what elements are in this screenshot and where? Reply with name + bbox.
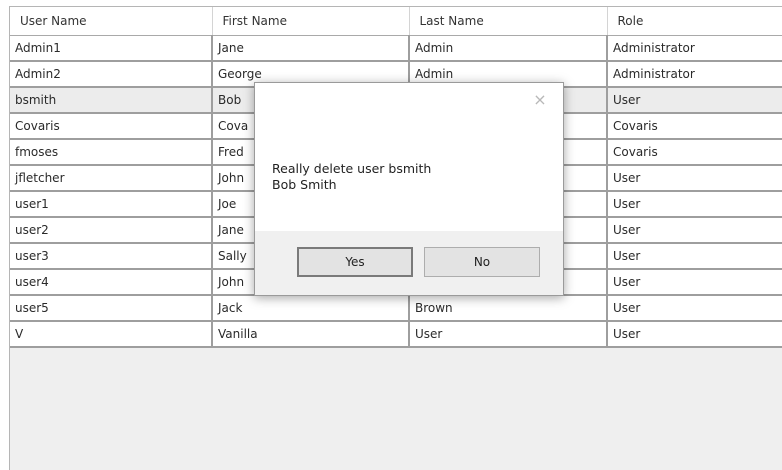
cell-user-name[interactable]: Covaris: [10, 113, 213, 140]
yes-button[interactable]: Yes: [297, 247, 413, 277]
dialog-message-line: Bob Smith: [272, 177, 337, 192]
cell-user-name[interactable]: Admin2: [10, 61, 213, 88]
cell-role[interactable]: Covaris: [607, 113, 782, 140]
cell-last-name[interactable]: Admin: [409, 35, 608, 62]
column-header-first-name[interactable]: First Name: [212, 7, 410, 36]
cell-role[interactable]: User: [607, 243, 782, 270]
cell-role[interactable]: User: [607, 191, 782, 218]
cell-role[interactable]: User: [607, 295, 782, 322]
column-header-user-name[interactable]: User Name: [10, 7, 213, 36]
cell-first-name[interactable]: Jane: [212, 35, 410, 62]
cell-user-name[interactable]: jfletcher: [10, 165, 213, 192]
dialog-button-bar: Yes No: [255, 231, 563, 295]
cell-role[interactable]: Covaris: [607, 139, 782, 166]
cell-role[interactable]: User: [607, 269, 782, 296]
cell-first-name[interactable]: Vanilla: [212, 321, 410, 348]
dialog-message-line: Really delete user bsmith: [272, 161, 432, 176]
cell-role[interactable]: Administrator: [607, 61, 782, 88]
cell-user-name[interactable]: V: [10, 321, 213, 348]
column-header-last-name[interactable]: Last Name: [409, 7, 608, 36]
cell-user-name[interactable]: Admin1: [10, 35, 213, 62]
cell-last-name[interactable]: Brown: [409, 295, 608, 322]
cell-user-name[interactable]: user3: [10, 243, 213, 270]
cell-role[interactable]: User: [607, 165, 782, 192]
cell-user-name[interactable]: fmoses: [10, 139, 213, 166]
cell-role[interactable]: User: [607, 87, 782, 114]
close-icon[interactable]: ×: [531, 91, 549, 109]
table-row[interactable]: V Vanilla User User: [10, 321, 782, 348]
cell-last-name[interactable]: User: [409, 321, 608, 348]
cell-role[interactable]: User: [607, 321, 782, 348]
table-header-row: User Name First Name Last Name Role: [10, 7, 782, 36]
dialog-message: Really delete user bsmith Bob Smith: [272, 161, 431, 193]
table-row[interactable]: Admin1 Jane Admin Administrator: [10, 35, 782, 62]
table-row[interactable]: user5 Jack Brown User: [10, 295, 782, 322]
no-button[interactable]: No: [424, 247, 540, 277]
cell-user-name[interactable]: user2: [10, 217, 213, 244]
cell-user-name[interactable]: user1: [10, 191, 213, 218]
cell-first-name[interactable]: Jack: [212, 295, 410, 322]
column-header-role[interactable]: Role: [607, 7, 782, 36]
cell-user-name[interactable]: user5: [10, 295, 213, 322]
cell-role[interactable]: User: [607, 217, 782, 244]
cell-user-name[interactable]: user4: [10, 269, 213, 296]
cell-user-name[interactable]: bsmith: [10, 87, 213, 114]
cell-role[interactable]: Administrator: [607, 35, 782, 62]
delete-user-dialog: × Really delete user bsmith Bob Smith Ye…: [254, 82, 564, 296]
